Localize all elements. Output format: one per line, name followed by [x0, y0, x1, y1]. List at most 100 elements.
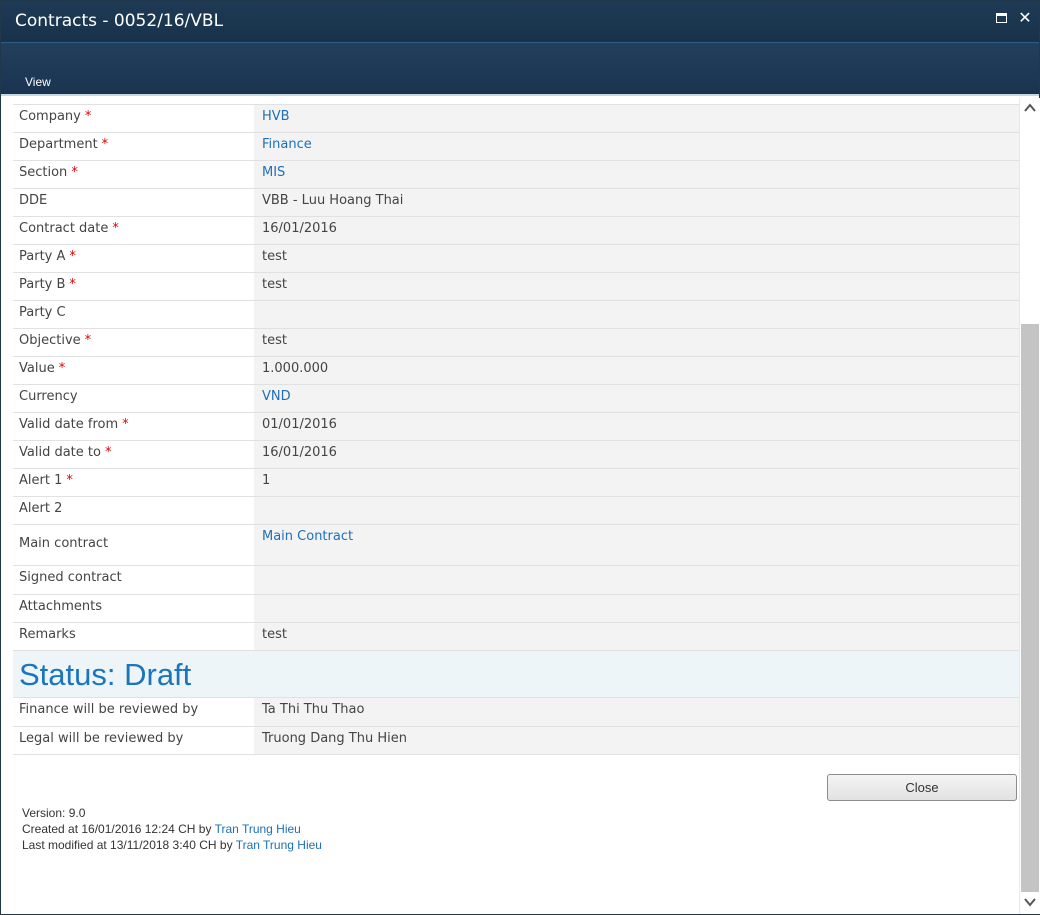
version-text: Version: 9.0	[22, 806, 86, 820]
field-label: Attachments	[19, 599, 102, 614]
field-row-legal-reviewer: Legal will be reviewed by Truong Dang Th…	[13, 727, 1019, 755]
modified-by-link[interactable]: Tran Trung Hieu	[236, 838, 322, 852]
required-marker: *	[71, 165, 78, 180]
field-value: 1	[254, 469, 1019, 496]
required-marker: *	[69, 277, 76, 292]
field-value: MIS	[254, 161, 1019, 188]
field-label: Main contract	[19, 536, 109, 551]
field-value: 01/01/2016	[254, 413, 1019, 440]
field-value	[254, 595, 1019, 622]
field-row-dde: DDE VBB - Luu Hoang Thai	[13, 189, 1019, 217]
field-value: Main Contract	[254, 525, 1019, 565]
required-marker: *	[112, 221, 119, 236]
field-row-contract-date: Contract date * 16/01/2016	[13, 217, 1019, 245]
close-button[interactable]: Close	[827, 774, 1017, 801]
field-value: VND	[254, 385, 1019, 412]
chevron-up-icon[interactable]	[1023, 101, 1037, 115]
field-row-main-contract: Main contract Main Contract	[13, 525, 1019, 566]
tab-view[interactable]: View	[25, 75, 51, 89]
field-value: test	[254, 623, 1019, 650]
field-row-party-b: Party B * test	[13, 273, 1019, 301]
main-contract-link[interactable]: Main Contract	[262, 529, 353, 544]
currency-link[interactable]: VND	[262, 389, 291, 404]
field-value: test	[254, 245, 1019, 272]
department-link[interactable]: Finance	[262, 137, 312, 152]
field-value: test	[254, 273, 1019, 300]
created-by-link[interactable]: Tran Trung Hieu	[215, 822, 301, 836]
field-value: HVB	[254, 105, 1019, 132]
company-link[interactable]: HVB	[262, 109, 290, 124]
dialog-window: Contracts - 0052/16/VBL ✕ View Company * …	[0, 0, 1040, 915]
required-marker: *	[58, 361, 66, 376]
field-row-value: Value * 1.000.000	[13, 357, 1019, 385]
field-row-valid-date-to: Valid date to * 16/01/2016	[13, 441, 1019, 469]
field-label: Finance will be reviewed by	[19, 702, 199, 717]
field-value: Finance	[254, 133, 1019, 160]
status-heading: Status: Draft	[19, 657, 192, 692]
field-label: Objective *	[19, 333, 92, 348]
field-value	[254, 301, 1019, 328]
field-label: Contract date *	[19, 221, 119, 236]
field-value	[254, 497, 1019, 524]
field-label: Valid date from *	[19, 417, 129, 432]
field-label: Signed contract	[19, 570, 122, 585]
required-marker: *	[84, 109, 92, 124]
field-row-department: Department * Finance	[13, 133, 1019, 161]
created-line: Created at 16/01/2016 12:24 CH by Tran T…	[22, 822, 301, 836]
dialog-title: Contracts - 0052/16/VBL	[15, 11, 224, 31]
field-label: Value *	[19, 361, 66, 376]
required-marker: *	[122, 417, 129, 432]
field-label: Alert 1 *	[19, 473, 73, 488]
field-row-attachments: Attachments	[13, 595, 1019, 623]
field-value: Truong Dang Thu Hien	[254, 727, 1019, 754]
field-row-section: Section * MIS	[13, 161, 1019, 189]
required-marker: *	[69, 249, 76, 264]
field-label: Party A *	[19, 249, 76, 264]
required-marker: *	[84, 333, 92, 348]
field-value: 16/01/2016	[254, 441, 1019, 468]
field-label: DDE	[19, 193, 48, 208]
contract-form: Company * HVB Department * Finance Section…	[13, 104, 1019, 755]
field-label: Currency	[19, 389, 78, 404]
field-value: Ta Thi Thu Thao	[254, 698, 1019, 726]
required-marker: *	[101, 137, 109, 152]
chevron-down-icon[interactable]	[1023, 895, 1037, 909]
close-icon[interactable]: ✕	[1015, 8, 1035, 28]
field-value: 1.000.000	[254, 357, 1019, 384]
field-value	[254, 566, 1019, 594]
field-label: Remarks	[19, 627, 76, 642]
field-value: test	[254, 329, 1019, 356]
maximize-icon[interactable]	[991, 8, 1011, 28]
title-bar: Contracts - 0052/16/VBL ✕	[1, 1, 1039, 43]
field-row-alert-1: Alert 1 * 1	[13, 469, 1019, 497]
field-label: Department *	[19, 137, 109, 152]
required-marker: *	[104, 445, 112, 460]
field-label: Party B *	[19, 277, 76, 292]
required-marker: *	[66, 473, 73, 488]
version-footer: Version: 9.0 Created at 16/01/2016 12:24…	[22, 805, 322, 853]
field-row-objective: Objective * test	[13, 329, 1019, 357]
form-content: Company * HVB Department * Finance Section…	[1, 98, 1019, 914]
vertical-scrollbar[interactable]	[1019, 98, 1040, 914]
field-label: Valid date to *	[19, 445, 112, 460]
field-row-company: Company * HVB	[13, 105, 1019, 133]
field-value: VBB - Luu Hoang Thai	[254, 189, 1019, 216]
field-row-valid-date-from: Valid date from * 01/01/2016	[13, 413, 1019, 441]
field-label: Alert 2	[19, 501, 63, 516]
section-link[interactable]: MIS	[262, 165, 285, 180]
field-label: Legal will be reviewed by	[19, 731, 184, 746]
ribbon: View	[1, 43, 1039, 96]
modified-line: Last modified at 13/11/2018 3:40 CH by T…	[22, 838, 322, 852]
field-label: Section *	[19, 165, 78, 180]
field-label: Company *	[19, 109, 92, 124]
field-row-currency: Currency VND	[13, 385, 1019, 413]
field-row-remarks: Remarks test	[13, 623, 1019, 651]
field-value: 16/01/2016	[254, 217, 1019, 244]
field-row-finance-reviewer: Finance will be reviewed by Ta Thi Thu T…	[13, 698, 1019, 727]
status-row: Status: Draft	[13, 651, 1019, 698]
field-label: Party C	[19, 305, 66, 320]
field-row-party-a: Party A * test	[13, 245, 1019, 273]
field-row-party-c: Party C	[13, 301, 1019, 329]
field-row-alert-2: Alert 2	[13, 497, 1019, 525]
scroll-thumb[interactable]	[1021, 324, 1039, 892]
